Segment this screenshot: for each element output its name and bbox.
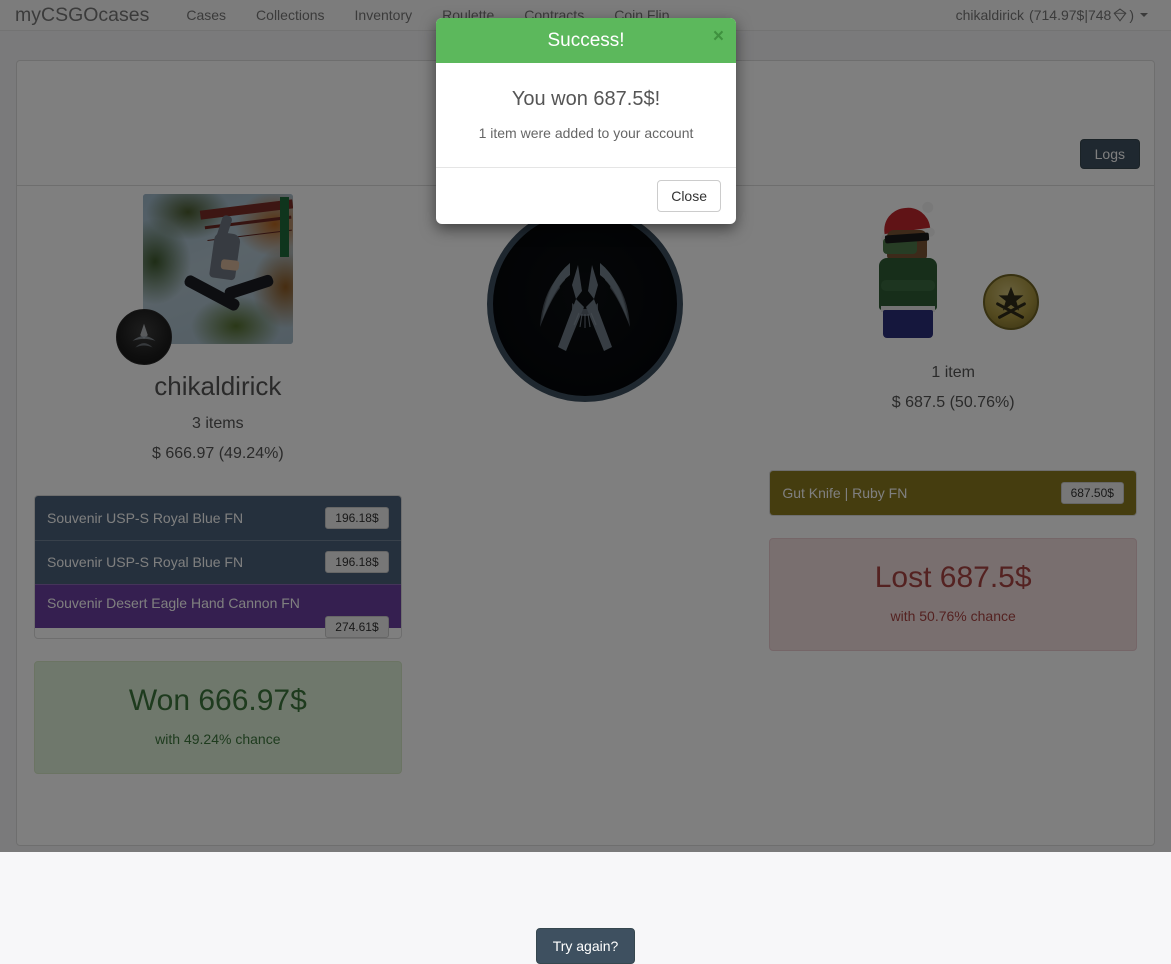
modal-message: You won 687.5$! [452, 87, 720, 111]
try-again-button[interactable]: Try again? [536, 928, 636, 964]
modal-footer: Close [436, 167, 736, 224]
modal-submessage: 1 item were added to your account [452, 125, 720, 141]
close-button[interactable]: Close [657, 180, 721, 212]
try-again-area: Try again? [17, 928, 1154, 964]
modal-title: Success! [451, 29, 721, 52]
modal-body: You won 687.5$! 1 item were added to you… [436, 63, 736, 167]
modal-header: Success! × [436, 18, 736, 63]
success-modal: Success! × You won 687.5$! 1 item were a… [436, 18, 736, 224]
close-icon[interactable]: × [713, 27, 724, 46]
